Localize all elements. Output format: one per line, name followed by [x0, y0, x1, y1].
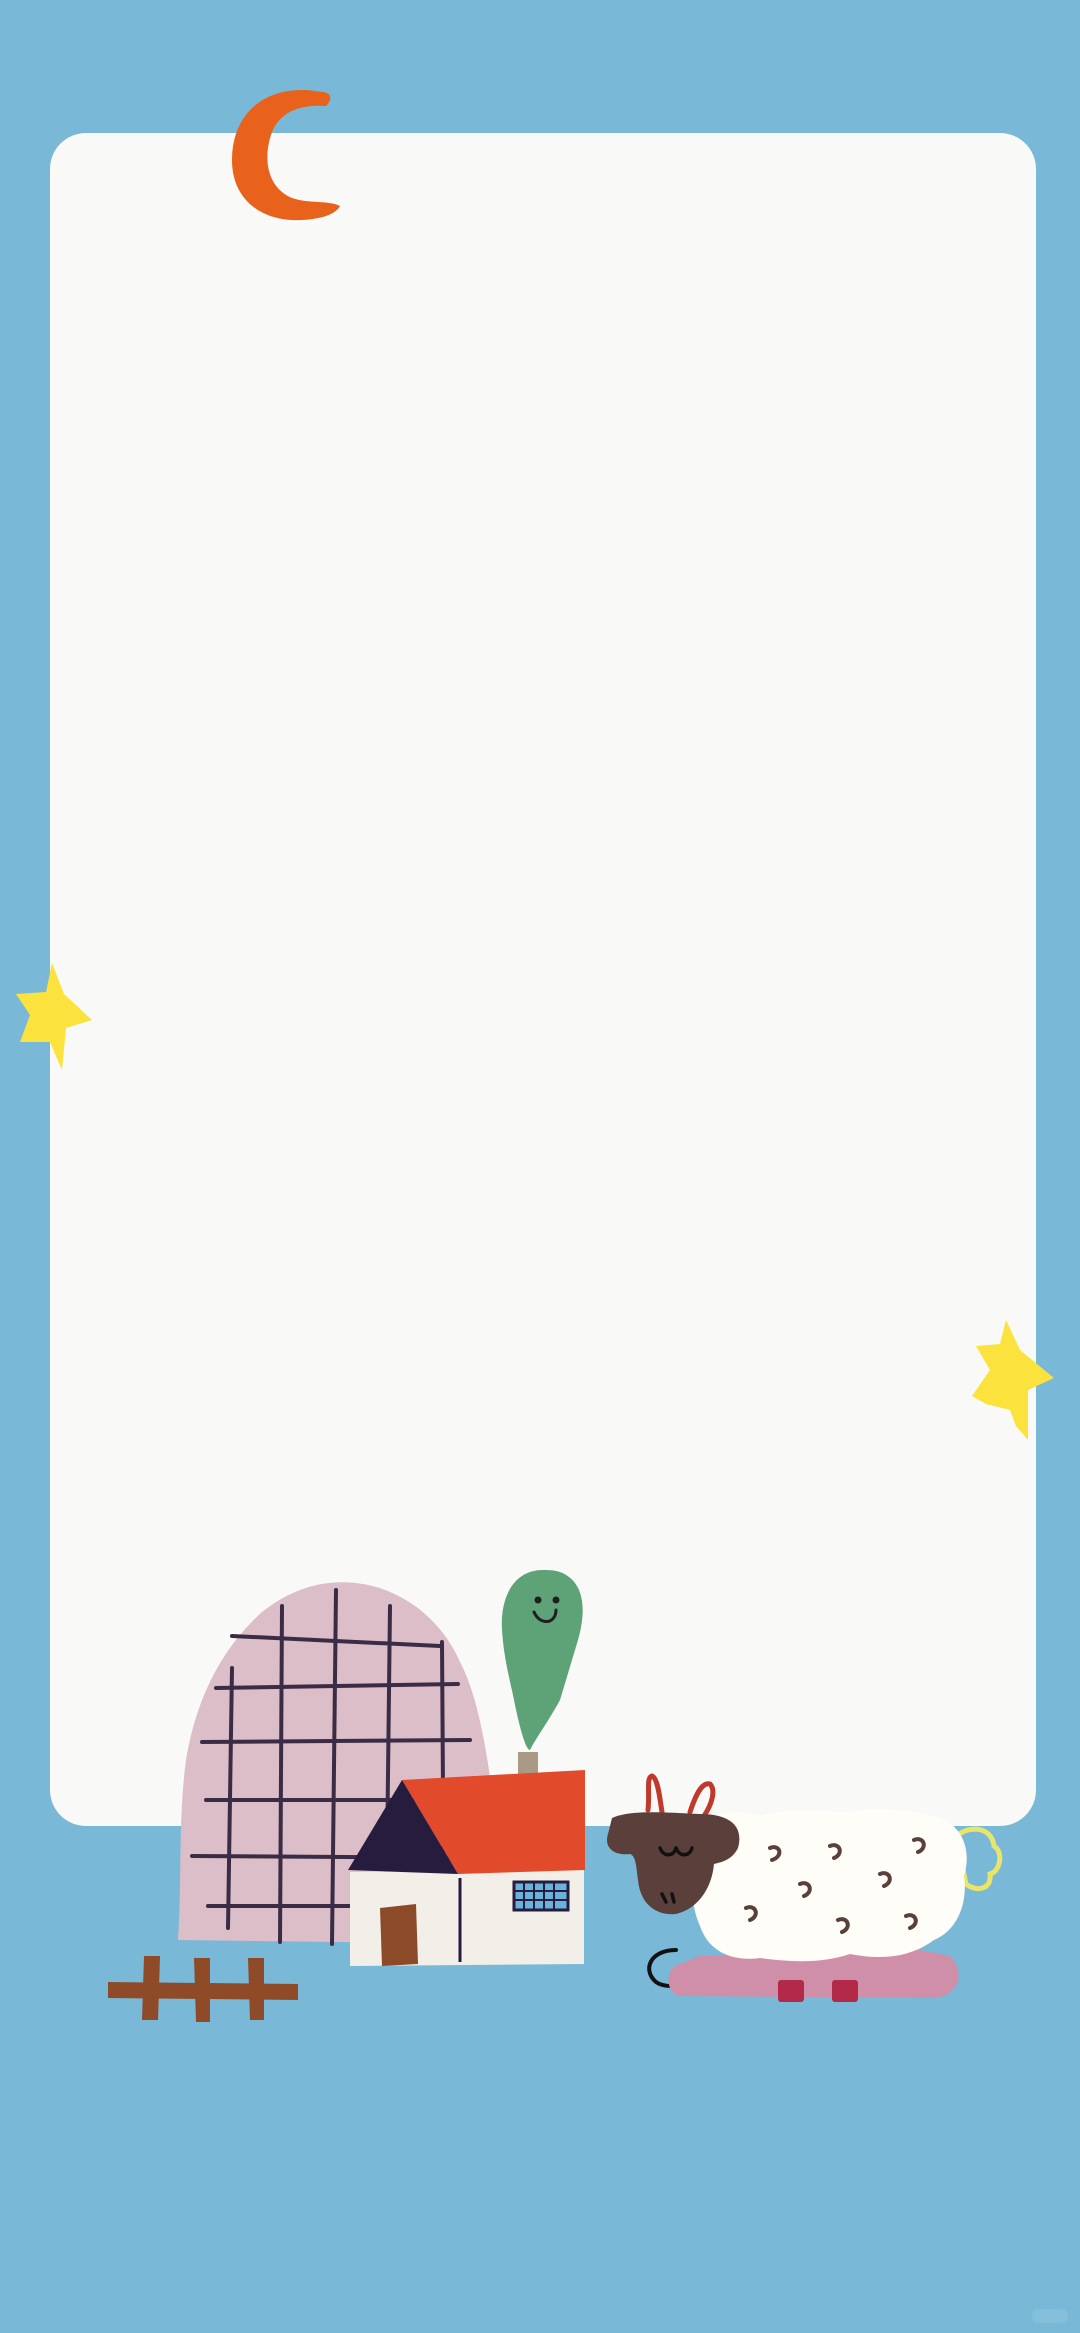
moon-icon: [232, 89, 340, 221]
star-left-icon: [16, 963, 92, 1070]
fence-icon: [108, 1956, 298, 2022]
door: [380, 1904, 418, 1966]
tree-icon: [501, 1570, 583, 1750]
watermark: [1032, 2309, 1068, 2323]
window: [512, 1880, 570, 1912]
chimney: [518, 1752, 538, 1776]
star-right-icon: [972, 1320, 1054, 1440]
wallpaper: [0, 0, 1080, 2333]
illustration-layer: [16, 89, 1054, 2022]
sheep-icon: [606, 1773, 1003, 2002]
